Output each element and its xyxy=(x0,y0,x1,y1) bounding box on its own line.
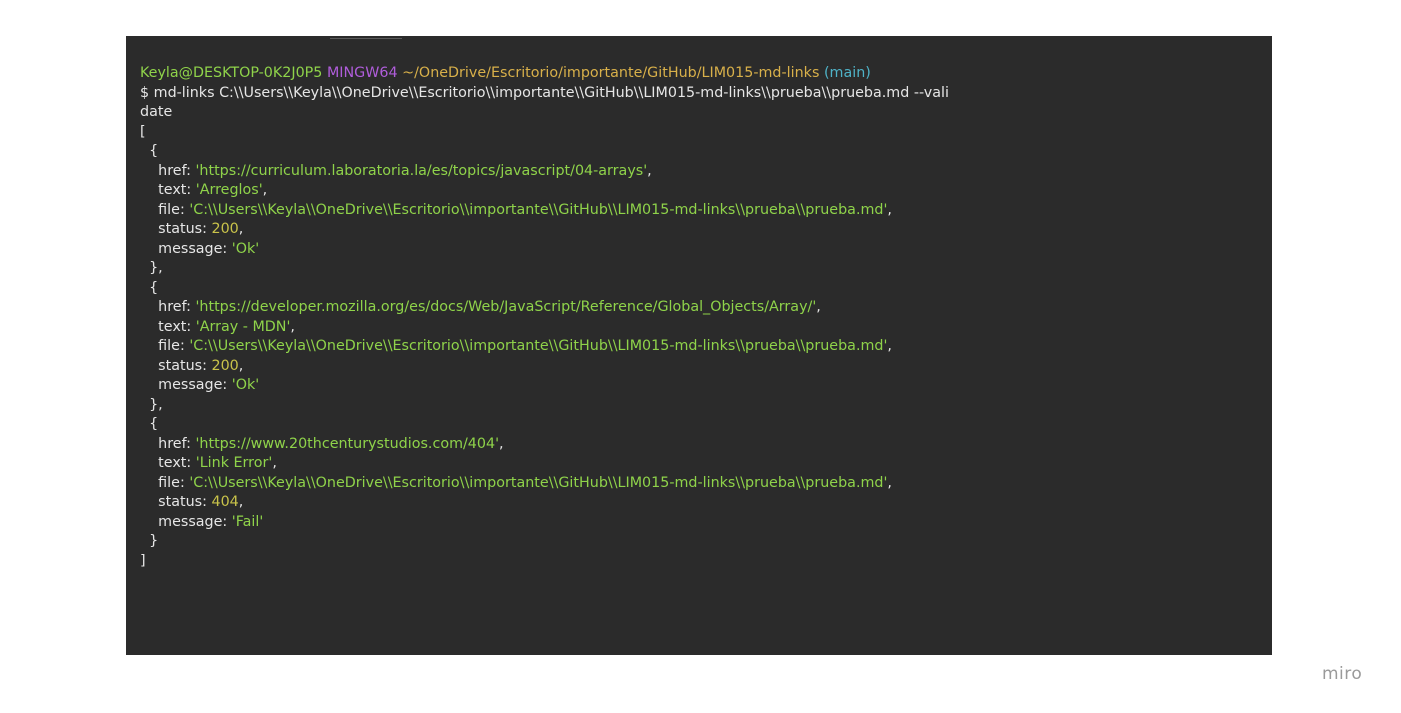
command-line-2: date xyxy=(140,104,173,120)
result-status: 200 xyxy=(211,221,239,237)
result-message: 'Ok' xyxy=(231,240,260,257)
result-close: }, xyxy=(140,260,163,276)
result-file-line: file: 'C:\\Users\\Keyla\\OneDrive\\Escri… xyxy=(140,201,892,218)
prompt-user-host: Keyla@DESKTOP-0K2J0P5 xyxy=(140,65,323,81)
prompt-cwd: ~/OneDrive/Escritorio/importante/GitHub/… xyxy=(402,65,820,81)
open-bracket: [ xyxy=(140,123,146,140)
result-message-line: message: 'Fail' xyxy=(140,513,264,530)
screenshot-canvas: Keyla@DESKTOP-0K2J0P5 MINGW64 ~/OneDrive… xyxy=(0,0,1401,713)
result-open: { xyxy=(140,279,159,296)
result-message: 'Fail' xyxy=(231,513,264,530)
result-href-line: href: 'https://www.20thcenturystudios.co… xyxy=(140,435,504,452)
result-href: 'https://curriculum.laboratoria.la/es/to… xyxy=(195,162,648,179)
result-message-line: message: 'Ok' xyxy=(140,240,260,257)
result-close: }, xyxy=(140,396,163,413)
prompt-line: Keyla@DESKTOP-0K2J0P5 MINGW64 ~/OneDrive… xyxy=(140,64,1272,84)
result-status-line: status: 200, xyxy=(140,357,244,374)
result-file: 'C:\\Users\\Keyla\\OneDrive\\Escritorio\… xyxy=(189,338,888,354)
result-href: 'https://developer.mozilla.org/es/docs/W… xyxy=(195,299,817,315)
result-file-line: file: 'C:\\Users\\Keyla\\OneDrive\\Escri… xyxy=(140,474,892,491)
terminal-window[interactable]: Keyla@DESKTOP-0K2J0P5 MINGW64 ~/OneDrive… xyxy=(126,36,1272,655)
result-file: 'C:\\Users\\Keyla\\OneDrive\\Escritorio\… xyxy=(189,474,888,491)
result-text: 'Array - MDN' xyxy=(195,318,291,335)
miro-watermark: miro xyxy=(1322,664,1363,684)
tab-indicator xyxy=(330,38,402,39)
result-file-line: file: 'C:\\Users\\Keyla\\OneDrive\\Escri… xyxy=(140,338,892,354)
result-text-line: text: 'Arreglos', xyxy=(140,182,268,198)
prompt-branch: (main) xyxy=(823,65,871,81)
result-open: { xyxy=(140,416,159,432)
result-href: 'https://www.20thcenturystudios.com/404' xyxy=(195,435,500,452)
command-line-1: $ md-links C:\\Users\\Keyla\\OneDrive\\E… xyxy=(140,84,949,101)
prompt-system: MINGW64 xyxy=(326,65,398,81)
result-status: 404 xyxy=(211,494,239,510)
result-href-line: href: 'https://curriculum.laboratoria.la… xyxy=(140,162,652,179)
result-message-line: message: 'Ok' xyxy=(140,377,260,393)
result-text-line: text: 'Array - MDN', xyxy=(140,318,295,335)
result-status: 200 xyxy=(211,357,239,374)
result-message: 'Ok' xyxy=(231,377,260,393)
result-status-line: status: 404, xyxy=(140,494,244,510)
result-close: } xyxy=(140,533,159,549)
result-file: 'C:\\Users\\Keyla\\OneDrive\\Escritorio\… xyxy=(189,201,888,218)
close-bracket: ] xyxy=(140,552,146,569)
result-text-line: text: 'Link Error', xyxy=(140,455,277,471)
result-text: 'Link Error' xyxy=(195,455,273,471)
result-text: 'Arreglos' xyxy=(195,182,263,198)
result-href-line: href: 'https://developer.mozilla.org/es/… xyxy=(140,299,821,315)
result-status-line: status: 200, xyxy=(140,221,244,237)
result-open: { xyxy=(140,143,159,159)
